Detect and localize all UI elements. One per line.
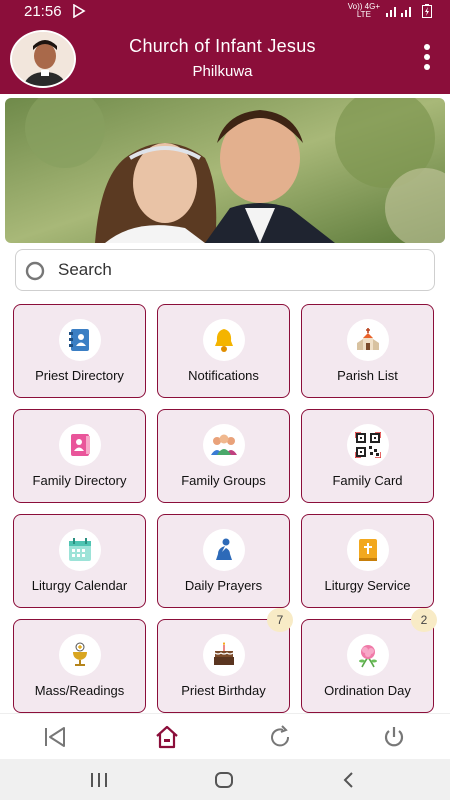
app-title: Church of Infant Jesus (129, 36, 316, 56)
system-nav-bar (0, 759, 450, 800)
network-type: Vo)) 4G+ LTE (348, 3, 380, 19)
system-back-icon[interactable] (338, 770, 360, 790)
play-icon (73, 4, 86, 18)
tile-mass-readings[interactable]: Mass/Readings (13, 619, 146, 713)
tile-liturgy-calendar[interactable]: Liturgy Calendar (13, 514, 146, 608)
tile-label: Family Groups (181, 473, 266, 488)
tile-family-card[interactable]: Family Card (301, 409, 434, 503)
tile-parish-list[interactable]: Parish List (301, 304, 434, 398)
notification-badge: 7 (267, 608, 293, 632)
more-vert-icon[interactable] (420, 44, 434, 74)
refresh-icon[interactable] (267, 724, 293, 750)
status-indicators: Vo)) 4G+ LTE (348, 3, 432, 19)
app-subtitle: Philkuwa (192, 63, 253, 80)
status-time: 21:56 (24, 3, 62, 20)
tile-family-directory[interactable]: Family Directory (13, 409, 146, 503)
bottom-nav (0, 713, 450, 759)
tile-daily-prayers[interactable]: Daily Prayers (157, 514, 290, 608)
directory-book-icon (69, 329, 89, 351)
tile-label: Family Card (332, 473, 403, 488)
banner-image (5, 98, 445, 243)
tile-label: Priest Birthday (181, 683, 266, 698)
back-icon[interactable] (42, 724, 68, 750)
tile-label: Daily Prayers (184, 578, 263, 593)
tile-family-groups[interactable]: Family Groups (157, 409, 290, 503)
bible-icon (359, 539, 377, 561)
church-icon (357, 328, 379, 350)
tile-liturgy-service[interactable]: Liturgy Service (301, 514, 434, 608)
app-bar: Church of Infant Jesus Philkuwa (0, 24, 450, 94)
qr-code-icon (355, 432, 381, 458)
notification-badge: 2 (411, 608, 437, 632)
bell-icon (215, 329, 233, 352)
tile-label: Ordination Day (324, 683, 411, 698)
power-icon[interactable] (381, 724, 407, 750)
chalice-icon (73, 642, 87, 666)
tile-ordination-day[interactable]: Ordination Day 2 (301, 608, 437, 713)
cake-icon (214, 642, 234, 665)
praying-person-icon (216, 538, 232, 560)
tile-priest-directory[interactable]: Priest Directory (13, 304, 146, 398)
tile-priest-birthday[interactable]: Priest Birthday 7 (157, 608, 293, 713)
priest-avatar (12, 32, 74, 86)
search-bar[interactable]: Search (15, 249, 435, 291)
family-book-icon (71, 434, 90, 456)
wedding-couple-photo (5, 98, 445, 243)
battery-icon (422, 4, 432, 18)
avatar[interactable] (10, 30, 76, 88)
tile-label: Family Directory (32, 473, 127, 488)
tile-label: Notifications (188, 368, 259, 383)
tile-label: Mass/Readings (34, 683, 125, 698)
recent-apps-icon[interactable] (88, 770, 110, 790)
network-bottom-text: LTE (356, 10, 371, 19)
tile-label: Liturgy Service (324, 578, 411, 593)
tile-label: Priest Directory (35, 368, 124, 383)
tile-notifications[interactable]: Notifications (157, 304, 290, 398)
signal-icon (386, 7, 411, 17)
status-bar: 21:56 Vo)) 4G+ LTE (0, 0, 450, 24)
search-icon (25, 261, 45, 281)
home-circle-icon[interactable] (213, 770, 235, 790)
calendar-icon (69, 538, 91, 561)
flower-icon (359, 645, 377, 668)
tile-label: Parish List (337, 368, 398, 383)
tile-label: Liturgy Calendar (31, 578, 128, 593)
search-input[interactable]: Search (58, 260, 112, 280)
home-icon[interactable] (154, 724, 180, 750)
group-icon (211, 434, 237, 455)
